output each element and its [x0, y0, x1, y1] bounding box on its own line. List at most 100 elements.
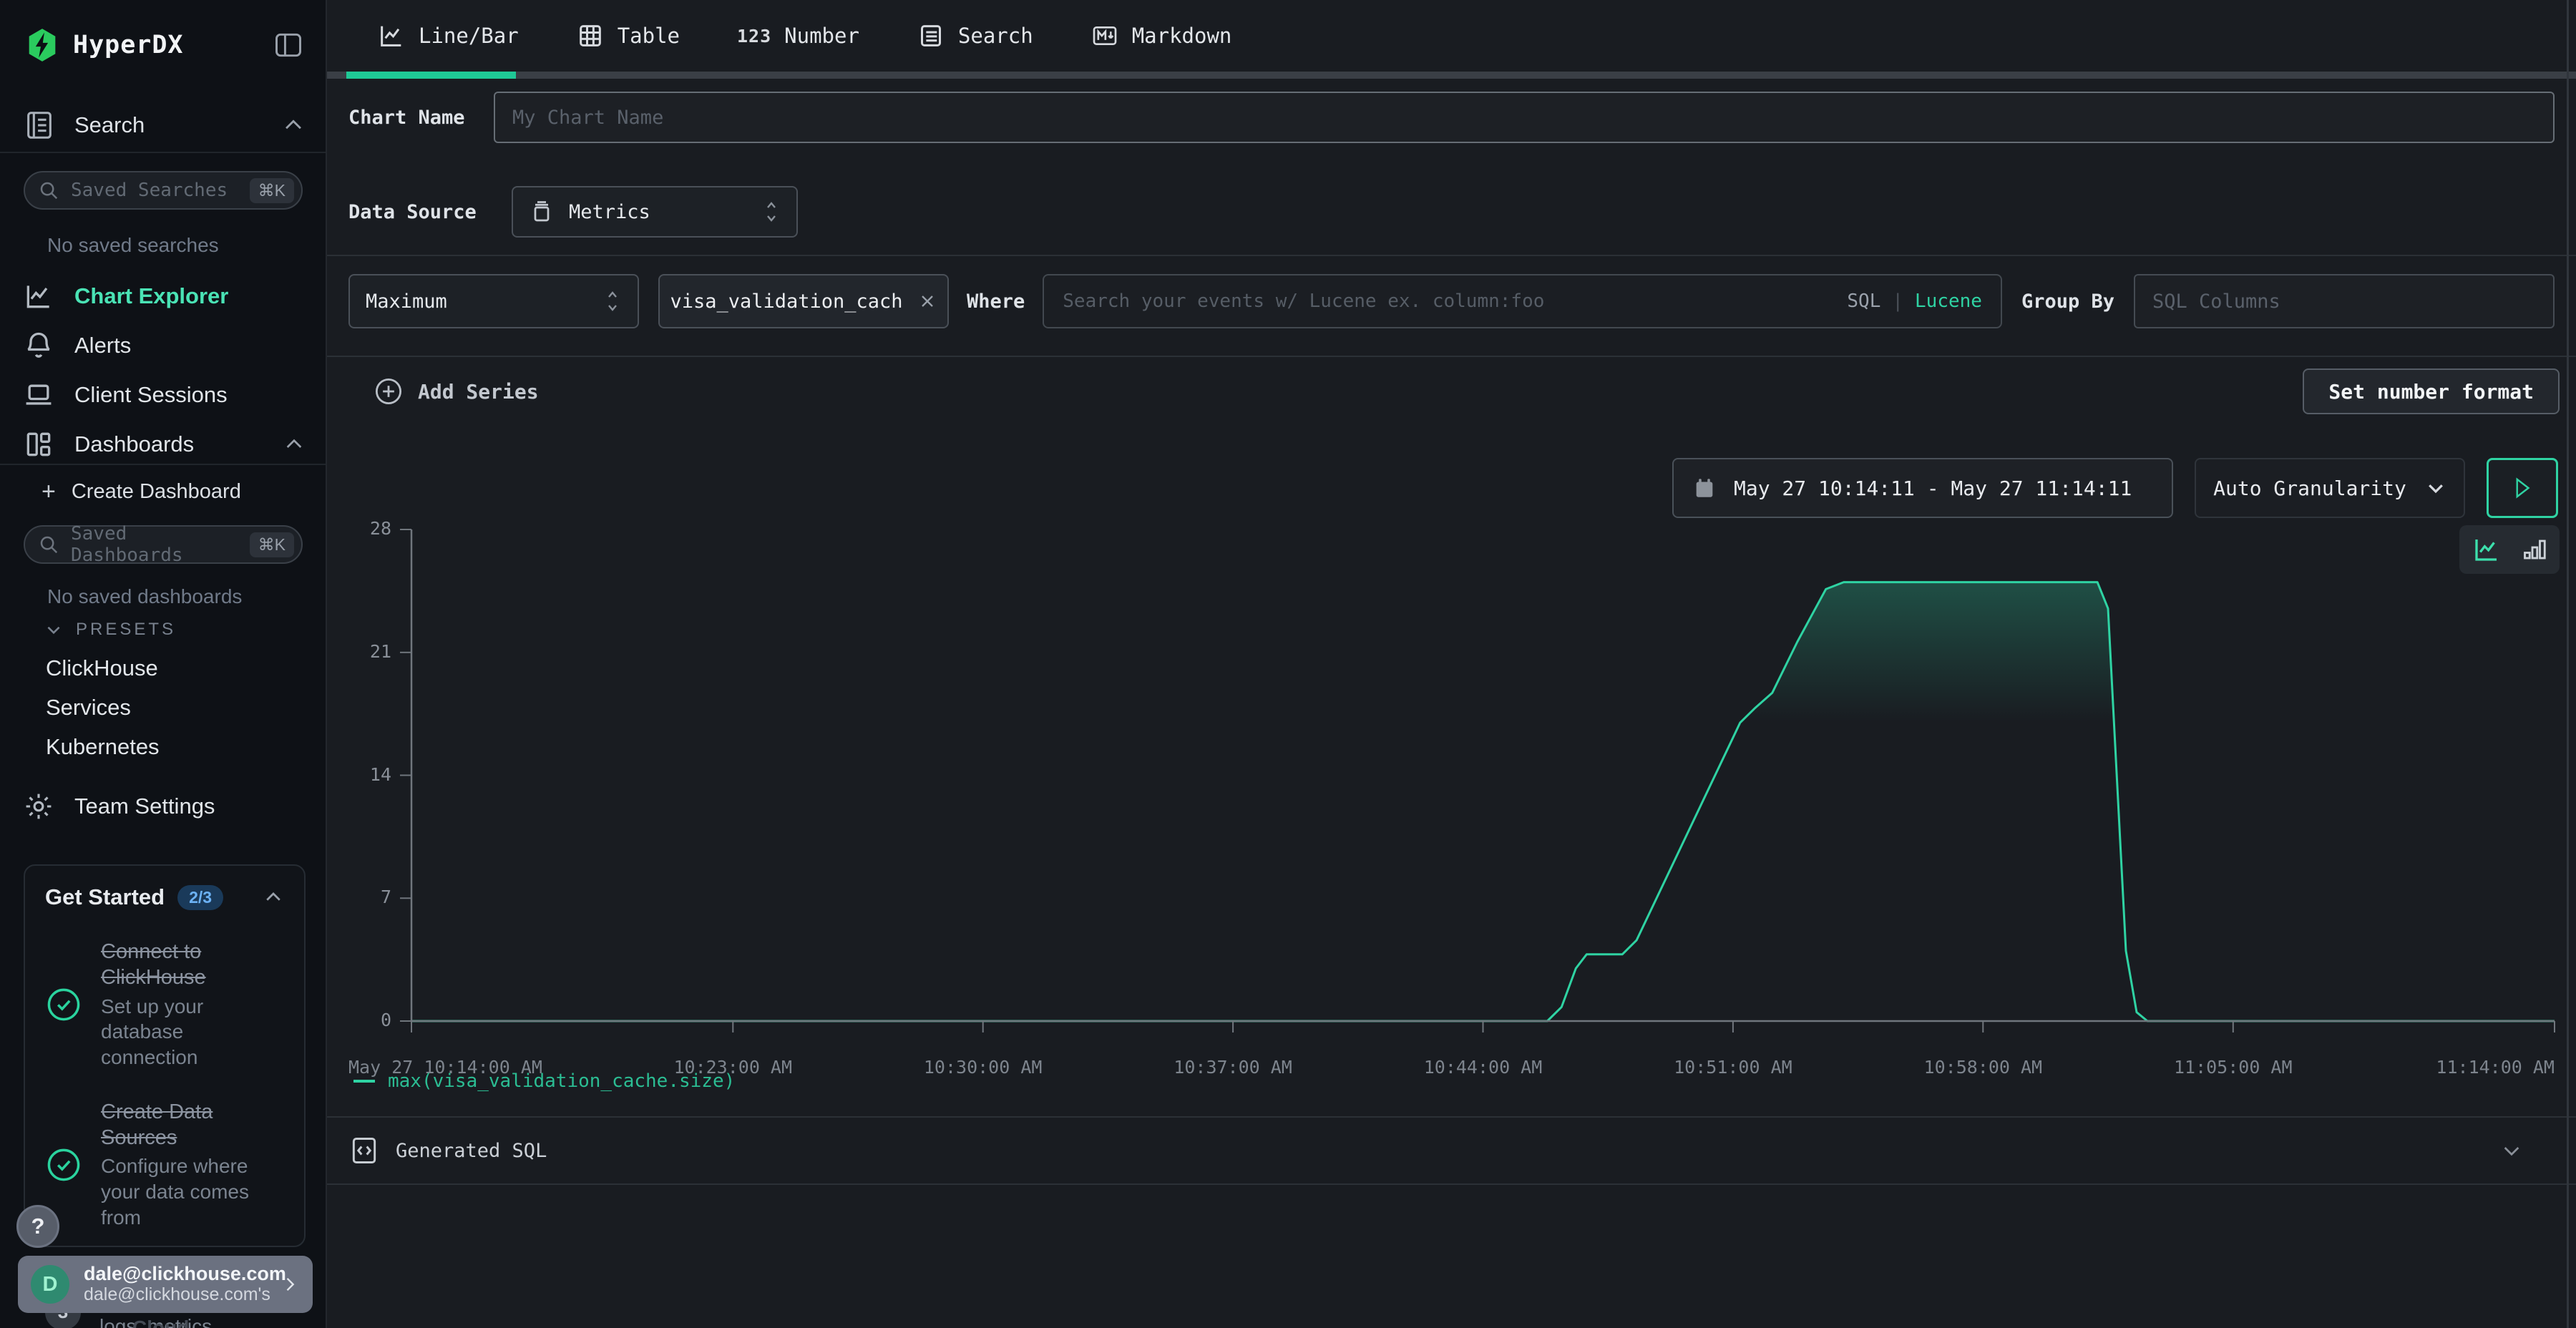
saved-searches-input[interactable]: Saved Searches ⌘K [24, 171, 303, 210]
step-title: Connect to ClickHouse [101, 939, 284, 991]
user-subtitle-overflow: Cloud [132, 1317, 189, 1328]
sidebar-item-alerts[interactable]: Alerts [23, 330, 306, 361]
shortcut-badge: ⌘K [250, 178, 294, 203]
granularity-select[interactable]: Auto Granularity [2195, 458, 2465, 518]
y-axis-label: 14 [331, 764, 391, 785]
divider [327, 255, 2576, 256]
where-search-input[interactable]: Search your events w/ Lucene ex. column:… [1043, 274, 2002, 328]
presets-toggle[interactable]: PRESETS [44, 620, 176, 640]
chevron-up-icon [263, 887, 284, 908]
preset-clickhouse[interactable]: ClickHouse [46, 655, 158, 681]
saved-searches-placeholder: Saved Searches [71, 180, 228, 201]
tab-search[interactable]: Search [888, 0, 1062, 72]
chevron-down-icon [2425, 477, 2446, 499]
database-icon [529, 199, 555, 225]
plot-area: 07142128May 27 10:14:00 AM10:23:00 AM10:… [411, 529, 2555, 1021]
preset-services[interactable]: Services [46, 695, 131, 721]
code-icon [348, 1135, 380, 1166]
chart-name-input[interactable] [494, 92, 2555, 143]
chart-name-row: Chart Name [348, 92, 2555, 143]
search-section-icon [23, 109, 56, 142]
tab-table[interactable]: Table [547, 0, 708, 72]
bar-chart-toggle-icon[interactable] [2522, 535, 2547, 564]
close-icon[interactable] [917, 291, 937, 311]
legend-series-name: max(visa_validation_cache.size) [388, 1070, 735, 1092]
y-axis-label: 28 [331, 518, 391, 539]
sidebar-item-client-sessions[interactable]: Client Sessions [23, 379, 306, 411]
sidebar-section-search[interactable]: Search [23, 109, 306, 142]
group-by-input[interactable] [2134, 274, 2555, 328]
get-started-step-2[interactable]: Create Data Sources Configure where your… [45, 1099, 284, 1231]
dashboards-icon [23, 429, 54, 460]
sidebar-item-chart-explorer[interactable]: Chart Explorer [23, 280, 306, 312]
sidebar-collapse-icon[interactable] [273, 29, 304, 61]
y-axis-label: 7 [331, 887, 391, 907]
laptop-icon [23, 379, 54, 411]
sidebar-item-dashboards[interactable]: Dashboards [23, 429, 306, 460]
tab-label: Table [618, 24, 680, 48]
sidebar-item-team-settings[interactable]: Team Settings [23, 791, 306, 822]
chevron-up-icon [283, 433, 306, 456]
set-number-format-button[interactable]: Set number format [2303, 368, 2560, 414]
tab-number[interactable]: 123 Number [708, 0, 888, 72]
create-dashboard-button[interactable]: + Create Dashboard [42, 478, 241, 506]
generated-sql-accordion[interactable]: Generated SQL [327, 1116, 2576, 1185]
data-source-select[interactable]: Metrics [512, 186, 798, 238]
no-saved-searches-note: No saved searches [47, 234, 219, 257]
chart-legend[interactable]: max(visa_validation_cache.size) [353, 1070, 735, 1092]
saved-dashboards-placeholder: Saved Dashboards [71, 523, 250, 566]
app-root: HyperDX Search Saved Searches ⌘K No save… [0, 0, 2576, 1328]
sidebar: HyperDX Search Saved Searches ⌘K No save… [0, 0, 327, 1328]
aggregation-select[interactable]: Maximum [348, 274, 639, 328]
hyperdx-logo-icon [24, 27, 60, 63]
sql-toggle[interactable]: SQL [1847, 290, 1880, 312]
scrollbar[interactable] [2567, 0, 2569, 1328]
data-source-value: Metrics [569, 201, 650, 223]
line-chart-toggle-icon[interactable] [2472, 534, 2502, 565]
query-language-switch: SQL | Lucene [1847, 290, 1982, 312]
chart-name-label: Chart Name [348, 107, 494, 129]
help-button[interactable]: ? [16, 1205, 59, 1248]
markdown-icon [1091, 21, 1119, 50]
get-started-title: Get Started [45, 884, 165, 910]
divider [0, 152, 326, 153]
tab-markdown[interactable]: Markdown [1062, 0, 1261, 72]
get-started-card: Get Started 2/3 Connect to ClickHouse Se… [24, 864, 306, 1247]
saved-dashboards-input[interactable]: Saved Dashboards ⌘K [24, 525, 303, 564]
date-range-picker[interactable]: May 27 10:14:11 - May 27 11:14:11 [1672, 458, 2173, 518]
select-updown-icon [603, 287, 622, 316]
x-axis-label: 10:44:00 AM [1424, 1057, 1543, 1078]
lucene-toggle[interactable]: Lucene [1915, 290, 1982, 312]
data-source-row: Data Source Metrics [348, 186, 2555, 238]
calendar-icon [1692, 476, 1717, 500]
chart-line-icon [23, 280, 54, 312]
metric-field-tag[interactable]: visa_validation_cach [658, 274, 949, 328]
group-by-label: Group By [2021, 290, 2114, 313]
chart-type-tabs: Line/Bar Table 123 Number Search [348, 0, 1260, 72]
preset-kubernetes[interactable]: Kubernetes [46, 734, 160, 760]
user-menu[interactable]: D dale@clickhouse.com dale@clickhouse.co… [18, 1256, 313, 1313]
step-desc: Set up your database connection [101, 994, 284, 1070]
run-query-button[interactable] [2487, 458, 2558, 518]
plus-icon: + [42, 478, 56, 506]
search-icon [38, 180, 59, 201]
chart-canvas [411, 529, 2555, 1021]
add-series-button[interactable]: Add Series [374, 376, 539, 406]
check-circle-icon [45, 986, 82, 1023]
x-axis-label: 10:58:00 AM [1924, 1057, 2043, 1078]
logo-row: HyperDX [24, 27, 304, 63]
tab-label: Line/Bar [419, 24, 519, 48]
tab-line-bar[interactable]: Line/Bar [348, 0, 547, 72]
create-dashboard-label: Create Dashboard [72, 480, 241, 504]
avatar: D [31, 1265, 69, 1304]
get-started-step-1[interactable]: Connect to ClickHouse Set up your databa… [45, 939, 284, 1070]
no-saved-dashboards-note: No saved dashboards [47, 585, 242, 608]
y-axis-label: 21 [331, 641, 391, 662]
get-started-header[interactable]: Get Started 2/3 [45, 884, 284, 910]
sidebar-item-label: Alerts [74, 333, 131, 358]
x-axis-label: 10:51:00 AM [1674, 1057, 1792, 1078]
where-placeholder: Search your events w/ Lucene ex. column:… [1063, 290, 1544, 312]
line-chart-icon [377, 21, 406, 50]
number-123-icon: 123 [737, 26, 771, 47]
chevron-down-icon [44, 620, 63, 639]
